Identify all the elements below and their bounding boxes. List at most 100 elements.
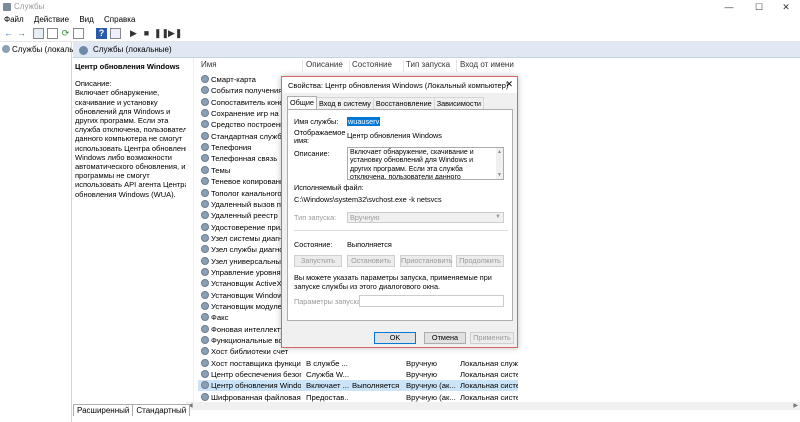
maximize-button[interactable]: ☐: [748, 1, 770, 13]
help-icon[interactable]: ?: [96, 28, 107, 39]
dialog-title-bar: Свойства: Центр обновления Windows (Лока…: [282, 77, 517, 93]
table-row[interactable]: Хост библиотеки счет: [198, 346, 518, 357]
tab-recovery[interactable]: Восстановление: [372, 97, 435, 109]
window-title: Службы: [14, 2, 45, 11]
panel-title: Службы (локальные): [93, 45, 172, 54]
dialog-close-icon[interactable]: ✕: [505, 79, 513, 90]
menu-action[interactable]: Действие: [34, 14, 69, 26]
gear-icon: [201, 188, 209, 197]
display-name-value[interactable]: Центр обновления Windows: [347, 131, 442, 140]
tab-general[interactable]: Общие: [287, 96, 317, 109]
ok-button[interactable]: OK: [374, 332, 416, 344]
apply-button[interactable]: Применить: [470, 332, 514, 344]
title-bar: Службы — ☐ ✕: [0, 0, 800, 14]
toolbar: ← → ⟳ ? ▶ ■ ❚❚ ▶❚: [0, 26, 800, 42]
tab-standard[interactable]: Стандартный: [132, 404, 191, 416]
tree-item-services-local[interactable]: Службы (локальны: [2, 45, 84, 54]
column-separator[interactable]: [302, 60, 303, 72]
description-box[interactable]: Включает обнаружение, скачивание и устан…: [347, 147, 504, 180]
column-separator[interactable]: [456, 60, 457, 72]
divider: [294, 230, 508, 231]
service-startup-type: Вручную: [406, 358, 438, 368]
gear-icon: [201, 381, 209, 390]
table-row[interactable]: Центр обеспечения безоп... Служба W... Вру…: [198, 369, 518, 380]
gear-icon: [201, 165, 209, 174]
menu-bar: Файл Действие Вид Справка: [0, 14, 800, 26]
service-name: Хост поставщика функци...: [211, 358, 301, 368]
gear-icon: [201, 245, 209, 254]
stop-icon[interactable]: ■: [141, 28, 152, 39]
export-icon[interactable]: [73, 28, 84, 39]
display-name-label: Отображаемое имя:: [294, 128, 346, 145]
menu-view[interactable]: Вид: [79, 14, 93, 26]
gear-icon: [201, 120, 209, 129]
properties-dialog: Свойства: Центр обновления Windows (Лока…: [281, 76, 518, 348]
tab-dependencies[interactable]: Зависимости: [433, 97, 485, 109]
service-startup-type: Вручную: [406, 370, 438, 380]
pause-icon[interactable]: ❚❚: [154, 28, 169, 39]
menu-help[interactable]: Справка: [104, 14, 135, 26]
gear-icon: [201, 279, 209, 288]
scroll-right-icon[interactable]: ▶: [793, 402, 798, 410]
startup-type-label: Тип запуска:: [294, 213, 337, 222]
menu-file[interactable]: Файл: [4, 14, 24, 26]
pause-button[interactable]: Приостановить: [400, 255, 453, 267]
panel-header: Службы (локальные): [73, 42, 800, 58]
back-icon[interactable]: ←: [3, 28, 14, 39]
restart-icon[interactable]: ▶❚: [168, 28, 182, 39]
forward-icon[interactable]: →: [16, 28, 27, 39]
service-logon: Локальная служба: [460, 358, 518, 368]
play-icon[interactable]: ▶: [128, 28, 139, 39]
gear-icon: [201, 177, 209, 186]
horizontal-scrollbar[interactable]: ◀ ▶: [186, 402, 800, 410]
gear-icon: [201, 86, 209, 95]
console-icon[interactable]: [33, 28, 44, 39]
startup-params-input[interactable]: [359, 295, 504, 307]
chevron-down-icon: ▼: [495, 214, 501, 220]
details-desc-label: Описание:: [75, 79, 112, 89]
service-logon: Локальная система: [460, 370, 518, 380]
details-title[interactable]: Центр обновления Windows: [75, 62, 195, 71]
scroll-down-icon[interactable]: ▼: [497, 171, 502, 179]
startup-type-select[interactable]: Вручную ▼: [347, 212, 504, 223]
start-button[interactable]: Запустить: [294, 255, 342, 267]
close-button[interactable]: ✕: [775, 1, 797, 13]
tab-extended[interactable]: Расширенный: [73, 404, 134, 416]
view-tabs: Расширенный Стандартный: [73, 404, 191, 416]
column-separator[interactable]: [403, 60, 404, 72]
tab-logon[interactable]: Вход в систему: [316, 97, 374, 109]
service-description: Включает ...: [306, 381, 349, 391]
gear-icon: [201, 256, 209, 265]
properties-icon[interactable]: [47, 28, 58, 39]
column-name[interactable]: Имя: [201, 60, 217, 72]
service-description: В службе ...: [306, 358, 348, 368]
view-icon[interactable]: [110, 28, 121, 39]
gear-icon: [201, 222, 209, 231]
column-description[interactable]: Описание: [306, 60, 343, 72]
table-row[interactable]: Хост поставщика функци... В службе ... Вру…: [198, 358, 518, 369]
gear-icon: [201, 143, 209, 152]
gear-icon: [201, 75, 209, 83]
status-label: Состояние:: [294, 240, 333, 249]
table-row[interactable]: Центр обновления Windows Включает ...Выпо…: [198, 380, 518, 392]
service-name: Хост библиотеки счет: [211, 347, 289, 357]
column-startup[interactable]: Тип запуска: [406, 60, 450, 72]
stop-button[interactable]: Остановить: [347, 255, 395, 267]
service-name: Центр обновления Windows: [211, 381, 301, 391]
startup-params-label: Параметры запуска:: [294, 297, 363, 306]
service-name-value[interactable]: wuauserv: [347, 117, 381, 126]
minimize-button[interactable]: —: [718, 1, 740, 13]
gear-icon: [201, 336, 209, 345]
details-scrollbar[interactable]: [186, 58, 194, 402]
refresh-icon[interactable]: ⟳: [60, 28, 71, 39]
column-status[interactable]: Состояние: [352, 60, 392, 72]
exe-path[interactable]: C:\Windows\system32\svchost.exe -k netsv…: [294, 195, 442, 204]
cancel-button[interactable]: Отмена: [424, 332, 466, 344]
services-app-icon: [3, 3, 11, 11]
scroll-up-icon[interactable]: ▲: [497, 148, 502, 156]
resume-button[interactable]: Продолжить: [456, 255, 504, 267]
description-scrollbar[interactable]: ▲ ▼: [496, 148, 503, 179]
column-separator[interactable]: [349, 60, 350, 72]
service-logon: Локальная система: [460, 381, 518, 391]
column-logon[interactable]: Вход от имени: [460, 60, 514, 72]
